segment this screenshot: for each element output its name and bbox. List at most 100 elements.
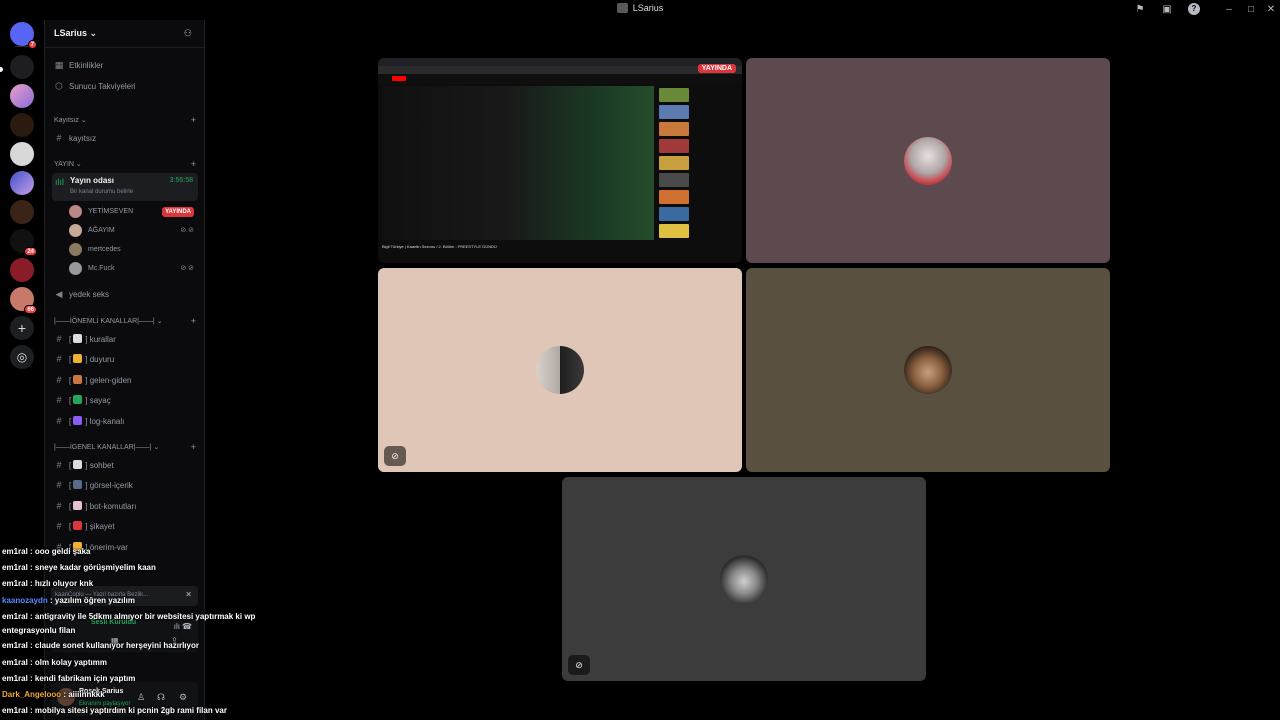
channel-kurallar[interactable]: #[] kurallar — [53, 330, 198, 348]
thumbnail — [659, 156, 689, 170]
flag-icon[interactable]: ⚑ — [1133, 3, 1147, 16]
server-icon[interactable] — [10, 258, 34, 282]
close-button[interactable]: ✕ — [1264, 3, 1278, 16]
voice-user[interactable]: mertcedes — [69, 241, 198, 259]
hash-icon: # — [56, 375, 62, 385]
check-emoji-icon — [73, 395, 83, 404]
channel-gorsel-icerik[interactable]: #[] görsel-içerik — [53, 476, 198, 494]
server-pill — [0, 67, 3, 72]
channel-log-kanali[interactable]: #[] log-kanalı — [53, 412, 198, 430]
voice-user[interactable]: Mc.Fuck ⊘ ⊘ — [69, 260, 198, 278]
add-channel-icon[interactable]: + — [191, 115, 196, 125]
chat-message: em1ral : kendi fabrikam için yaptım — [2, 674, 302, 683]
minimize-button[interactable]: – — [1222, 3, 1236, 16]
server-icon[interactable]: 66 — [10, 287, 37, 314]
category-yayin[interactable]: YAYIN ⌄ + — [54, 159, 196, 169]
chat-user: em1ral — [2, 706, 28, 715]
chat-user: em1ral — [2, 658, 28, 667]
chat-text: : sneye kadar görüşmiyelim kaan — [27, 563, 156, 572]
voice-user[interactable]: YETİMSEVEN YAYINDA — [69, 203, 198, 221]
angry-emoji-icon — [73, 521, 83, 530]
participant-tile[interactable] — [746, 268, 1110, 472]
discord-logo-icon — [616, 3, 628, 13]
channel-label: log-kanalı — [89, 417, 125, 426]
help-icon[interactable]: ? — [1188, 3, 1200, 15]
chat-user: em1ral — [2, 563, 28, 572]
category-genel[interactable]: |——İGENEL KANALLAR|——| ⌄ + — [54, 442, 196, 452]
category-label: YAYIN ⌄ — [54, 161, 82, 168]
server-icon[interactable] — [10, 200, 34, 224]
channel-label: yedek seks — [69, 290, 110, 299]
channel-kayitsiz[interactable]: # kayıtsız — [53, 129, 198, 147]
channel-sohbet[interactable]: #[] sohbet — [53, 456, 198, 474]
explore-icon[interactable]: ◎ — [10, 345, 34, 369]
server-icon[interactable] — [10, 142, 34, 166]
channel-label: gelen-giden — [89, 376, 132, 385]
direct-messages-icon[interactable]: 7 — [10, 22, 37, 49]
dm-badge: 7 — [27, 40, 37, 49]
voice-user[interactable]: AĞAYIM ⊘ ⊘ — [69, 222, 198, 240]
server-icon[interactable]: 24 — [10, 229, 37, 256]
server-icon[interactable] — [10, 113, 34, 137]
channel-sikayet[interactable]: #[] şikayet — [53, 517, 198, 535]
chat-text: : olm kolay yaptımm — [27, 658, 107, 667]
events-item[interactable]: ▦ Etkinlikler — [53, 56, 198, 74]
chat-user: em1ral — [2, 547, 28, 556]
channel-label: bot-komutları — [89, 502, 137, 511]
stream-tile[interactable]: Bigli Türkiye | Kaantin Sezonu / 2. Bölü… — [378, 58, 742, 263]
category-label: Kayıtsız ⌄ — [54, 117, 87, 124]
hash-icon: # — [56, 480, 62, 490]
stream-browser-tabs — [378, 58, 742, 66]
stream-video-title: Bigli Türkiye | Kaantin Sezonu / 2. Bölü… — [382, 244, 497, 249]
hash-icon: # — [56, 334, 62, 344]
image-emoji-icon — [73, 480, 83, 489]
voice-channel-yedek[interactable]: ◀ yedek seks — [53, 285, 198, 303]
add-channel-icon[interactable]: + — [191, 159, 196, 169]
add-server-icon[interactable]: + — [10, 316, 34, 340]
invite-people-icon[interactable]: ⚇ — [184, 28, 192, 39]
boosts-item[interactable]: ⬡ Sunucu Takviyeleri — [53, 77, 198, 95]
channel-label: kayıtsız — [69, 134, 97, 143]
thumbnail — [659, 173, 689, 187]
stream-youtube-header — [378, 74, 742, 84]
server-icon[interactable] — [10, 171, 34, 195]
voice-user-name: AĞAYIM — [88, 227, 115, 234]
inbox-icon[interactable]: ▣ — [1160, 3, 1174, 16]
category-label: |——İGENEL KANALLAR|——| ⌄ — [54, 444, 160, 451]
hash-icon: # — [56, 395, 62, 405]
category-onemli[interactable]: |——İÖNEMLİ KANALLAR|——| ⌄ + — [54, 316, 196, 326]
category-kayitsiz[interactable]: Kayıtsız ⌄ + — [54, 115, 196, 125]
participant-avatar — [720, 555, 768, 603]
channel-sayac[interactable]: #[] sayaç — [53, 391, 198, 409]
add-channel-icon[interactable]: + — [191, 316, 196, 326]
server-header[interactable]: LSarius ⌄ ⚇ — [45, 20, 204, 48]
boost-icon: ⬡ — [55, 81, 63, 91]
channel-duyuru[interactable]: #[] duyuru — [53, 350, 198, 368]
server-icon[interactable] — [10, 55, 34, 79]
chat-user: em1ral — [2, 641, 28, 650]
speech-emoji-icon — [73, 460, 83, 469]
maximize-button[interactable]: □ — [1244, 3, 1258, 16]
stream-watch-icon[interactable]: ⊘ — [384, 446, 406, 466]
disk-emoji-icon — [73, 416, 83, 425]
chat-message: em1ral : ooo geldi şaka — [2, 547, 302, 556]
participant-tile[interactable]: ⊘ — [562, 477, 926, 681]
channel-bot-komutlari[interactable]: #[] bot-komutları — [53, 497, 198, 515]
thumbnail — [659, 207, 689, 221]
thumbnail — [659, 224, 689, 238]
server-icon[interactable] — [10, 84, 34, 108]
channel-status[interactable]: Bir kanal durumu belirle — [70, 189, 133, 195]
avatar — [69, 261, 82, 275]
youtube-logo-icon — [392, 76, 406, 81]
voice-stage: Bigli Türkiye | Kaantin Sezonu / 2. Bölü… — [205, 20, 1280, 720]
avatar — [69, 242, 82, 256]
voice-channel-yayin-odasi[interactable]: ılıl Yayın odası Bir kanal durumu belirl… — [52, 173, 198, 201]
channel-gelen-giden[interactable]: #[] gelen-giden — [53, 371, 198, 389]
add-channel-icon[interactable]: + — [191, 442, 196, 452]
participant-tile[interactable]: ⊘ — [378, 268, 742, 472]
participant-tile[interactable] — [746, 58, 1110, 263]
voice-channel-name: Yayın odası — [70, 176, 115, 185]
stream-watch-icon[interactable]: ⊘ — [568, 655, 590, 675]
chat-message: em1ral : claude sonet kullanıyor herşeyi… — [2, 641, 302, 650]
stream-recommendations — [659, 88, 735, 258]
